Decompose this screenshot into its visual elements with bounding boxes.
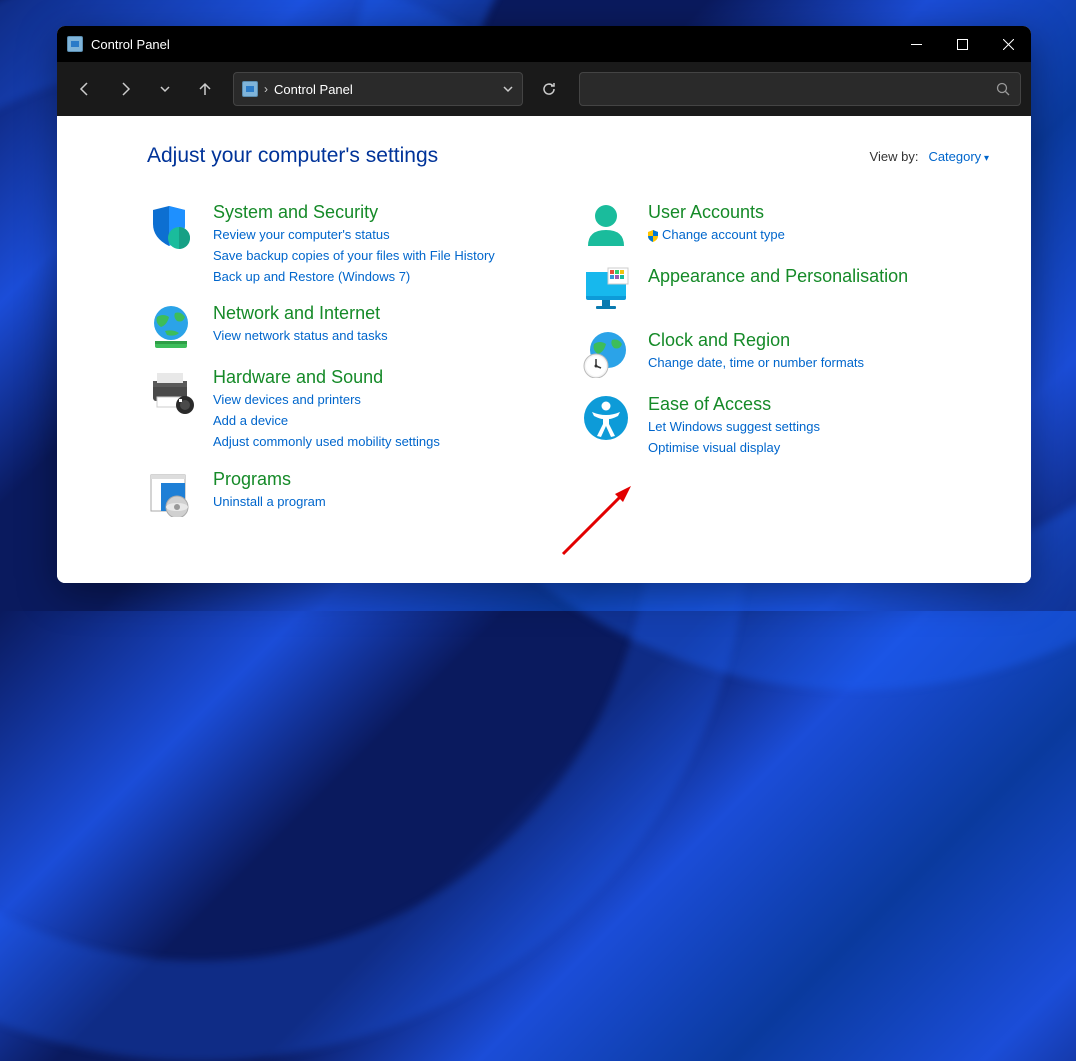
category-network: Network and Internet View network status…: [147, 303, 554, 351]
forward-button[interactable]: [107, 71, 143, 107]
task-link[interactable]: Adjust commonly used mobility settings: [213, 432, 554, 453]
category-title[interactable]: Appearance and Personalisation: [648, 266, 989, 287]
category-programs: Programs Uninstall a program: [147, 469, 554, 517]
category-title[interactable]: System and Security: [213, 202, 554, 223]
categories-grid: System and Security Review your computer…: [147, 202, 989, 533]
control-panel-window: Control Panel › Control Panel Adjust you…: [57, 26, 1031, 583]
control-panel-icon: [67, 36, 83, 52]
category-title[interactable]: Programs: [213, 469, 554, 490]
task-link[interactable]: Let Windows suggest settings: [648, 417, 989, 438]
globe-icon: [147, 303, 195, 351]
close-button[interactable]: [985, 26, 1031, 62]
accessibility-icon: [582, 394, 630, 442]
window-title: Control Panel: [91, 37, 170, 52]
category-user-accounts: User Accounts Change account type: [582, 202, 989, 250]
address-text: Control Panel: [274, 82, 353, 97]
minimize-button[interactable]: [893, 26, 939, 62]
task-link[interactable]: Change date, time or number formats: [648, 353, 989, 374]
content-header: Adjust your computer's settings View by:…: [147, 144, 989, 168]
content-area: Adjust your computer's settings View by:…: [57, 116, 1031, 583]
category-title[interactable]: User Accounts: [648, 202, 989, 223]
view-by-label: View by:: [870, 149, 919, 164]
search-icon: [996, 82, 1010, 96]
maximize-button[interactable]: [939, 26, 985, 62]
programs-icon: [147, 469, 195, 517]
category-title[interactable]: Hardware and Sound: [213, 367, 554, 388]
address-bar[interactable]: › Control Panel: [233, 72, 523, 106]
toolbar: › Control Panel: [57, 62, 1031, 116]
category-system-security: System and Security Review your computer…: [147, 202, 554, 287]
category-title[interactable]: Ease of Access: [648, 394, 989, 415]
titlebar: Control Panel: [57, 26, 1031, 62]
left-column: System and Security Review your computer…: [147, 202, 554, 533]
task-link[interactable]: View network status and tasks: [213, 326, 554, 347]
category-title[interactable]: Clock and Region: [648, 330, 989, 351]
shield-icon: [147, 202, 195, 250]
refresh-button[interactable]: [531, 71, 567, 107]
task-link[interactable]: Save backup copies of your files with Fi…: [213, 246, 554, 267]
task-link[interactable]: View devices and printers: [213, 390, 554, 411]
view-by-dropdown[interactable]: Category: [928, 149, 989, 164]
user-icon: [582, 202, 630, 250]
printer-icon: [147, 367, 195, 415]
chevron-right-icon: ›: [264, 82, 268, 96]
chevron-down-icon[interactable]: [502, 83, 514, 95]
task-link[interactable]: Uninstall a program: [213, 492, 554, 513]
uac-shield-icon: [648, 230, 658, 242]
back-button[interactable]: [67, 71, 103, 107]
recent-button[interactable]: [147, 71, 183, 107]
search-box[interactable]: [579, 72, 1021, 106]
task-link[interactable]: Review your computer's status: [213, 225, 554, 246]
category-clock-region: Clock and Region Change date, time or nu…: [582, 330, 989, 378]
monitor-icon: [582, 266, 630, 314]
task-link[interactable]: Back up and Restore (Windows 7): [213, 267, 554, 288]
category-title[interactable]: Network and Internet: [213, 303, 554, 324]
right-column: User Accounts Change account type Appear…: [582, 202, 989, 533]
category-appearance: Appearance and Personalisation: [582, 266, 989, 314]
up-button[interactable]: [187, 71, 223, 107]
task-link[interactable]: Optimise visual display: [648, 438, 989, 459]
category-hardware: Hardware and Sound View devices and prin…: [147, 367, 554, 452]
task-link[interactable]: Add a device: [213, 411, 554, 432]
control-panel-icon: [242, 81, 258, 97]
category-ease-of-access: Ease of Access Let Windows suggest setti…: [582, 394, 989, 459]
task-link[interactable]: Change account type: [648, 225, 989, 246]
page-title: Adjust your computer's settings: [147, 144, 438, 168]
clock-globe-icon: [582, 330, 630, 378]
